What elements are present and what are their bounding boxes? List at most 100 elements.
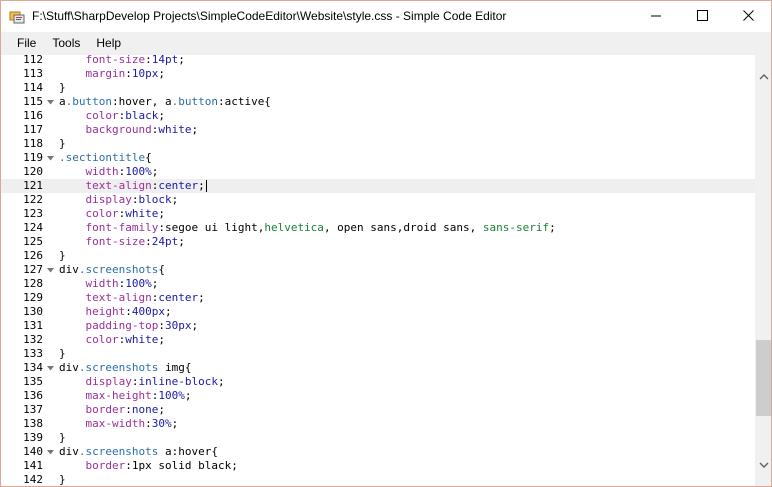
line-number: 142 <box>23 473 43 486</box>
code-token: sans-serif <box>482 221 550 234</box>
maximize-button[interactable] <box>679 1 725 32</box>
code-token: center <box>158 179 199 192</box>
code-line[interactable]: 121 text-align:center; <box>1 179 755 193</box>
scroll-down-button[interactable] <box>755 456 771 473</box>
code-token: inline-block <box>138 375 218 388</box>
code-line[interactable]: 113 margin:10px; <box>1 67 755 81</box>
code-line[interactable]: 135 display:inline-block; <box>1 375 755 389</box>
code-token: : <box>158 319 165 332</box>
code-token: white <box>158 123 192 136</box>
code-text: border:1px solid black; <box>59 459 238 473</box>
vertical-scrollbar[interactable] <box>755 55 771 486</box>
code-token: width <box>85 165 119 178</box>
code-token: black <box>125 109 159 122</box>
code-token: { <box>158 263 165 276</box>
code-token: white <box>125 207 159 220</box>
fold-toggle-icon[interactable] <box>45 95 55 109</box>
line-number: 135 <box>23 375 43 388</box>
code-token: ; <box>217 375 225 388</box>
code-line[interactable]: 142} <box>1 473 755 486</box>
code-line[interactable]: 119 .sectiontitle{ <box>1 151 755 165</box>
menu-file[interactable]: File <box>1 32 44 55</box>
code-text: height:400px; <box>59 305 172 319</box>
code-line[interactable]: 131 padding-top:30px; <box>1 319 755 333</box>
line-number: 138 <box>23 417 43 430</box>
code-editor[interactable]: 112 font-size:14pt; 113 margin:10px; 114} 1… <box>1 55 755 486</box>
code-line[interactable]: 120 width:100%; <box>1 165 755 179</box>
code-token: ; <box>165 305 172 318</box>
code-line[interactable]: 137 border:none; <box>1 403 755 417</box>
menu-tools[interactable]: Tools <box>44 32 88 55</box>
code-token: img{ <box>158 361 192 374</box>
code-token: : <box>125 305 132 318</box>
code-line[interactable]: 116 color:black; <box>1 109 755 123</box>
code-line[interactable]: 114} <box>1 81 755 95</box>
code-token: ; <box>191 123 199 136</box>
code-token: a:hover{ <box>158 445 218 458</box>
line-number: 126 <box>23 249 43 262</box>
line-number: 121 <box>23 179 43 192</box>
code-line[interactable]: 134 div.screenshots img{ <box>1 361 755 375</box>
code-token: ; <box>158 403 165 416</box>
code-line[interactable]: 122 display:block; <box>1 193 755 207</box>
menu-help[interactable]: Help <box>88 32 129 55</box>
code-text: } <box>59 347 66 361</box>
fold-toggle-icon[interactable] <box>45 445 55 459</box>
fold-toggle-icon[interactable] <box>45 361 55 375</box>
close-button[interactable] <box>725 1 771 32</box>
code-line[interactable]: 124 font-family:segoe ui light,helvetica… <box>1 221 755 235</box>
code-line[interactable]: 136 max-height:100%; <box>1 389 755 403</box>
code-token: .screenshots <box>78 263 159 276</box>
code-line[interactable]: 117 background:white; <box>1 123 755 137</box>
code-text: text-align:center; <box>59 291 205 305</box>
code-line[interactable]: 130 height:400px; <box>1 305 755 319</box>
code-token: background <box>85 123 152 136</box>
code-text: border:none; <box>59 403 166 417</box>
line-number: 114 <box>23 81 43 94</box>
fold-toggle-icon[interactable] <box>45 151 55 165</box>
code-token: white <box>125 333 159 346</box>
code-token: , open sans,droid sans, <box>323 221 483 234</box>
code-line[interactable]: 129 text-align:center; <box>1 291 755 305</box>
code-line[interactable]: 112 font-size:14pt; <box>1 55 755 67</box>
code-token: ; <box>158 333 165 346</box>
code-token: padding-top <box>85 319 159 332</box>
code-token: font-size <box>85 55 146 66</box>
code-line[interactable]: 133} <box>1 347 755 361</box>
code-token: 30% <box>151 417 172 430</box>
code-token: border <box>85 403 126 416</box>
scroll-up-button[interactable] <box>755 67 771 84</box>
chevron-down-icon <box>759 458 769 472</box>
code-line[interactable]: 118} <box>1 137 755 151</box>
code-line[interactable]: 125 font-size:24pt; <box>1 235 755 249</box>
scroll-thumb[interactable] <box>756 340 771 416</box>
text-caret <box>205 180 207 192</box>
code-text: text-align:center; <box>59 179 207 193</box>
code-line[interactable]: 126} <box>1 249 755 263</box>
code-token: text-align <box>85 179 152 192</box>
code-line[interactable]: 132 color:white; <box>1 333 755 347</box>
code-line[interactable]: 140 div.screenshots a:hover{ <box>1 445 755 459</box>
minimize-button[interactable] <box>633 1 679 32</box>
code-text: color:black; <box>59 109 166 123</box>
code-line[interactable]: 138 max-width:30%; <box>1 417 755 431</box>
code-line[interactable]: 123 color:white; <box>1 207 755 221</box>
code-line[interactable]: 139} <box>1 431 755 445</box>
fold-toggle-icon[interactable] <box>45 263 55 277</box>
code-line[interactable]: 128 width:100%; <box>1 277 755 291</box>
code-line[interactable]: 115 a.button:hover, a.button:active{ <box>1 95 755 109</box>
code-token: height <box>85 305 126 318</box>
code-line[interactable]: 141 border:1px solid black; <box>1 459 755 473</box>
code-text: } <box>59 81 66 95</box>
line-number: 132 <box>23 333 43 346</box>
code-token: :hover, <box>111 95 165 108</box>
title-bar[interactable]: F:\Stuff\SharpDevelop Projects\SimpleCod… <box>1 1 771 32</box>
code-token: border <box>85 459 126 472</box>
code-line[interactable]: 127 div.screenshots{ <box>1 263 755 277</box>
